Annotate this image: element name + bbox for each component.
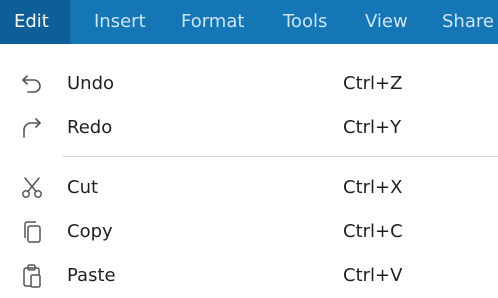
tab-share[interactable]: Share bbox=[442, 0, 498, 44]
undo-icon bbox=[18, 70, 46, 98]
redo-shortcut: Ctrl+Y bbox=[343, 117, 402, 138]
tab-insert[interactable]: Insert bbox=[94, 0, 146, 44]
copy-shortcut: Ctrl+C bbox=[343, 221, 403, 242]
copy-label: Copy bbox=[67, 221, 113, 242]
edit-menu-dropdown: Undo Ctrl+Z Redo Ctrl+Y Cut Ctrl+X Copy … bbox=[0, 44, 498, 298]
paste-label: Paste bbox=[67, 265, 116, 286]
tab-view-label: View bbox=[365, 11, 408, 32]
tab-view[interactable]: View bbox=[365, 0, 408, 44]
copy-icon bbox=[18, 218, 46, 246]
tab-format-label: Format bbox=[181, 11, 245, 32]
menu-item-redo[interactable]: Redo Ctrl+Y bbox=[0, 106, 498, 150]
undo-shortcut: Ctrl+Z bbox=[343, 73, 403, 94]
tab-insert-label: Insert bbox=[94, 11, 146, 32]
tab-edit[interactable]: Edit bbox=[0, 0, 70, 44]
menu-item-undo[interactable]: Undo Ctrl+Z bbox=[0, 62, 498, 106]
cut-icon bbox=[18, 174, 46, 202]
redo-label: Redo bbox=[67, 117, 113, 138]
tab-format[interactable]: Format bbox=[181, 0, 244, 44]
undo-label: Undo bbox=[67, 73, 115, 94]
tab-share-label: Share bbox=[442, 11, 494, 32]
menu-bar: Edit Insert Format Tools View Share bbox=[0, 0, 498, 44]
paste-shortcut: Ctrl+V bbox=[343, 265, 403, 286]
menu-separator bbox=[62, 156, 498, 157]
tab-edit-label: Edit bbox=[14, 11, 49, 32]
tab-tools[interactable]: Tools bbox=[283, 0, 327, 44]
cut-label: Cut bbox=[67, 177, 99, 198]
redo-icon bbox=[18, 114, 46, 142]
tab-tools-label: Tools bbox=[283, 11, 328, 32]
menu-item-cut[interactable]: Cut Ctrl+X bbox=[0, 166, 498, 210]
paste-icon bbox=[18, 262, 46, 290]
cut-shortcut: Ctrl+X bbox=[343, 177, 403, 198]
menu-item-paste[interactable]: Paste Ctrl+V bbox=[0, 254, 498, 298]
menu-item-copy[interactable]: Copy Ctrl+C bbox=[0, 210, 498, 254]
